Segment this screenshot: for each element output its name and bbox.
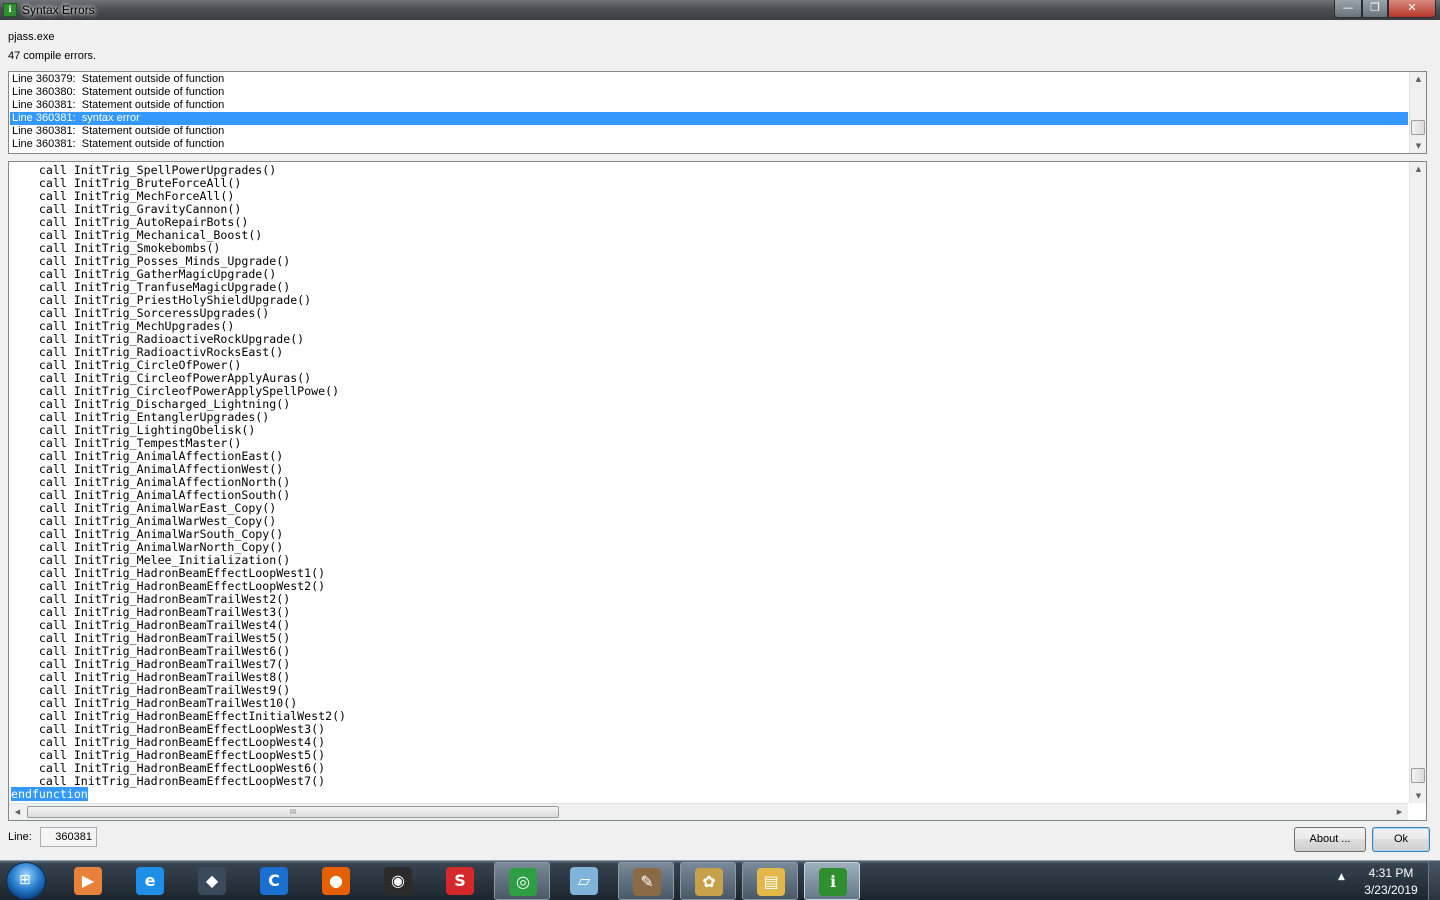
scroll-down-arrow-icon[interactable]: ▼ bbox=[1410, 789, 1427, 803]
code-line: call InitTrig_HadronBeamEffectLoopWest7(… bbox=[11, 774, 326, 788]
taskbar-button[interactable]: ▶ bbox=[60, 862, 116, 900]
start-button[interactable]: ⊞ bbox=[6, 862, 46, 900]
code-lines: call InitTrig_SpellPowerUpgrades() call … bbox=[11, 164, 1406, 804]
title-bar[interactable]: ℹ︎ Syntax Errors — ❐ ✕ bbox=[0, 0, 1440, 20]
ccleaner-icon: C bbox=[260, 867, 288, 895]
taskbar-button[interactable]: ◎ bbox=[494, 862, 550, 900]
error-list-item[interactable]: Line 360381: Statement outside of functi… bbox=[10, 138, 1408, 151]
code-line: endfunction bbox=[11, 787, 1406, 801]
taskbar-button[interactable]: ● bbox=[308, 862, 364, 900]
code-vertical-scrollbar[interactable]: ▲ ▼ bbox=[1409, 162, 1426, 803]
selected-code-text[interactable]: endfunction bbox=[11, 787, 88, 801]
about-button[interactable]: About ... bbox=[1294, 827, 1366, 852]
scroll-thumb[interactable] bbox=[1411, 120, 1425, 135]
code-view[interactable]: call InitTrig_SpellPowerUpgrades() call … bbox=[8, 161, 1427, 821]
taskbar-button[interactable]: ▤ bbox=[742, 862, 798, 900]
paint-icon: ✿ bbox=[695, 868, 723, 896]
taskbar: ⊞ ▶ e ◆ C ● ◉ S ◎ ▱ ✎ ✿ ▤ ℹ︎ bbox=[0, 860, 1440, 900]
taskbar-button[interactable]: ◆ bbox=[184, 862, 240, 900]
internet-explorer-icon: e bbox=[136, 867, 164, 895]
show-desktop-button[interactable] bbox=[1428, 861, 1440, 900]
app-icon: ℹ︎ bbox=[3, 3, 17, 17]
maximize-button[interactable]: ❐ bbox=[1362, 0, 1388, 18]
taskbar-button[interactable]: ✎ bbox=[618, 862, 674, 900]
taskbar-button[interactable]: ✿ bbox=[680, 862, 736, 900]
obs-icon: ◉ bbox=[384, 867, 412, 895]
taskbar-button[interactable]: C bbox=[246, 862, 302, 900]
error-list-scrollbar[interactable]: ▲ ▼ bbox=[1409, 72, 1426, 153]
scroll-left-arrow-icon[interactable]: ◀ bbox=[9, 804, 26, 820]
syntax-errors-window: ℹ︎ Syntax Errors — ❐ ✕ pjass.exe 47 comp… bbox=[0, 0, 1440, 860]
error-list-rows: Line 360379: Statement outside of functi… bbox=[10, 73, 1408, 151]
scroll-thumb[interactable]: III bbox=[27, 806, 559, 818]
scroll-up-arrow-icon[interactable]: ▲ bbox=[1410, 72, 1427, 86]
taskbar-button[interactable]: ▱ bbox=[556, 862, 612, 900]
window-title: Syntax Errors bbox=[22, 3, 95, 17]
clock-date[interactable]: 3/23/2019 bbox=[1358, 883, 1424, 897]
firefox-icon: ● bbox=[322, 867, 350, 895]
taskbar-button[interactable]: ◉ bbox=[370, 862, 426, 900]
error-list-item[interactable]: Line 360381: syntax error bbox=[10, 112, 1408, 125]
world-editor-icon: ✎ bbox=[633, 868, 661, 896]
close-button[interactable]: ✕ bbox=[1388, 0, 1436, 18]
wps-icon: S bbox=[446, 867, 474, 895]
error-list-item[interactable]: Line 360379: Statement outside of functi… bbox=[10, 73, 1408, 86]
scroll-right-arrow-icon[interactable]: ▶ bbox=[1391, 804, 1408, 820]
error-count-label: 47 compile errors. bbox=[8, 50, 97, 62]
windows-logo-icon: ⊞ bbox=[19, 872, 31, 888]
taskbar-button[interactable]: S bbox=[432, 862, 488, 900]
error-list-item[interactable]: Line 360381: Statement outside of functi… bbox=[10, 99, 1408, 112]
taskbar-button[interactable]: ℹ︎ bbox=[804, 862, 860, 900]
code-line: call InitTrig_Mechanical_Boost() bbox=[11, 228, 263, 242]
chrome-icon: ◎ bbox=[509, 868, 537, 896]
syntax-checker-icon: ℹ︎ bbox=[819, 868, 847, 896]
app-launcher-icon: ◆ bbox=[198, 867, 226, 895]
error-list-item[interactable]: Line 360380: Statement outside of functi… bbox=[10, 86, 1408, 99]
media-player-icon: ▶ bbox=[74, 867, 102, 895]
error-list[interactable]: Line 360379: Statement outside of functi… bbox=[8, 71, 1427, 154]
error-list-item[interactable]: Line 360381: Statement outside of functi… bbox=[10, 125, 1408, 138]
scroll-up-arrow-icon[interactable]: ▲ bbox=[1410, 162, 1427, 176]
explorer-folder-icon: ▤ bbox=[757, 868, 785, 896]
notepad-icon: ▱ bbox=[570, 867, 598, 895]
show-hidden-icons-button[interactable]: ▲ bbox=[1338, 872, 1345, 882]
clock-time[interactable]: 4:31 PM bbox=[1364, 866, 1418, 880]
scroll-down-arrow-icon[interactable]: ▼ bbox=[1410, 139, 1427, 153]
minimize-button[interactable]: — bbox=[1334, 0, 1362, 18]
line-number-field[interactable]: 360381 bbox=[40, 827, 97, 847]
taskbar-button[interactable]: e bbox=[122, 862, 178, 900]
ok-button[interactable]: Ok bbox=[1372, 827, 1430, 852]
exe-name-label: pjass.exe bbox=[8, 31, 55, 43]
code-horizontal-scrollbar[interactable]: ◀ III ▶ bbox=[9, 803, 1408, 820]
scroll-thumb[interactable] bbox=[1411, 768, 1425, 783]
line-label: Line: bbox=[8, 831, 32, 843]
